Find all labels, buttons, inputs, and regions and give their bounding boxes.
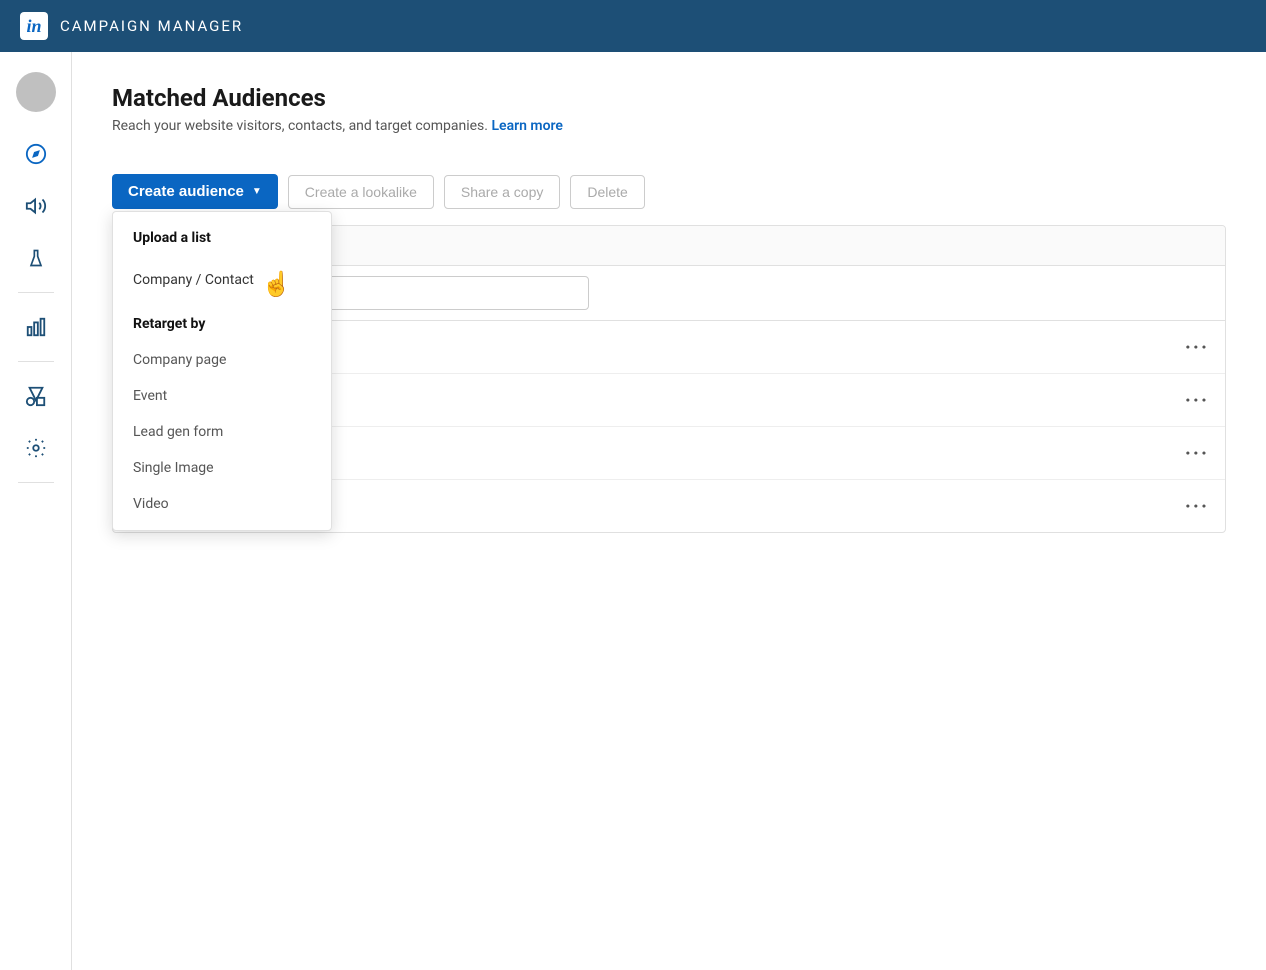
create-audience-dropdown-menu: Upload a list Company / Contact ☝️ Retar… [112,211,332,531]
toolbar: Create audience ▼ Upload a list Company … [112,158,1226,209]
page-title: Matched Audiences [112,84,1226,112]
sidebar-item-flask[interactable] [14,236,58,280]
linkedin-logo: in [20,12,48,40]
page-subtitle: Reach your website visitors, contacts, a… [112,118,1226,134]
row-more-0[interactable]: ··· [1185,335,1209,359]
create-audience-dropdown-container: Create audience ▼ Upload a list Company … [112,174,278,209]
sidebar-item-bar-chart[interactable] [14,305,58,349]
sidebar-divider-1 [18,292,54,293]
dropdown-item-company-page[interactable]: Company page [113,342,331,378]
dropdown-item-single-image[interactable]: Single Image [113,450,331,486]
sidebar-item-gear[interactable] [14,426,58,470]
row-more-3[interactable]: ··· [1185,494,1209,518]
dropdown-item-upload-list[interactable]: Upload a list [113,220,331,256]
sidebar-item-shapes[interactable] [14,374,58,418]
dropdown-item-company-contact[interactable]: Company / Contact ☝️ [113,256,331,304]
chevron-down-icon: ▼ [252,186,262,197]
dropdown-section-retarget: Retarget by [113,304,331,342]
create-audience-button[interactable]: Create audience ▼ [112,174,278,209]
delete-button[interactable]: Delete [570,175,644,209]
sidebar-divider-2 [18,361,54,362]
main-content: Matched Audiences Reach your website vis… [72,52,1266,970]
learn-more-link[interactable]: Learn more [491,118,562,134]
dropdown-item-event[interactable]: Event [113,378,331,414]
top-nav: in CAMPAIGN MANAGER [0,0,1266,52]
sidebar-item-compass[interactable] [14,132,58,176]
row-more-1[interactable]: ··· [1185,388,1209,412]
nav-title: CAMPAIGN MANAGER [60,17,243,35]
sidebar-divider-3 [18,482,54,483]
row-more-2[interactable]: ··· [1185,441,1209,465]
sidebar-item-megaphone[interactable] [14,184,58,228]
avatar [16,72,56,112]
create-lookalike-button[interactable]: Create a lookalike [288,175,434,209]
share-copy-button[interactable]: Share a copy [444,175,561,209]
cursor-hand-icon: ☝️ [262,270,292,298]
dropdown-item-video[interactable]: Video [113,486,331,522]
dropdown-item-lead-gen-form[interactable]: Lead gen form [113,414,331,450]
sidebar [0,52,72,970]
